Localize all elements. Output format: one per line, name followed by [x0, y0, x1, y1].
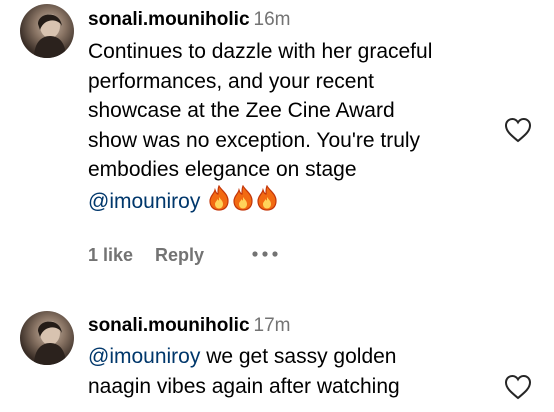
- comment-text-fragment: we get sassy golden: [206, 345, 397, 368]
- comment-line: @imouniroy we get sassy golden: [88, 342, 503, 372]
- fire-icon: [233, 184, 253, 211]
- comment-line: naagin vibes again after watching: [88, 374, 400, 398]
- comment-text: Continues to dazzle with her graceful pe…: [88, 37, 503, 216]
- mention-link[interactable]: @imouniroy: [88, 190, 200, 213]
- comment-line: show was no exception. You're truly: [88, 128, 421, 152]
- username-link[interactable]: sonali.mouniholic: [88, 315, 250, 336]
- more-options-icon[interactable]: [250, 249, 280, 259]
- comment-line: Continues to dazzle with her graceful: [88, 40, 433, 63]
- likes-count[interactable]: 1 like: [88, 245, 133, 265]
- comment-line: showcase at the Zee Cine Award: [88, 99, 395, 122]
- reply-button[interactable]: Reply: [155, 245, 204, 265]
- like-heart-icon[interactable]: [504, 374, 532, 400]
- timestamp: 17m: [253, 315, 291, 336]
- timestamp: 16m: [253, 9, 291, 30]
- fire-icon: [257, 184, 277, 211]
- comment-line-mention: @imouniroy: [88, 184, 503, 217]
- username-link[interactable]: sonali.mouniholic: [88, 9, 250, 30]
- fire-icon: [209, 184, 229, 211]
- comment-text: @imouniroy we get sassy golden naagin vi…: [88, 342, 503, 401]
- avatar[interactable]: [20, 4, 74, 58]
- like-heart-icon[interactable]: [504, 117, 532, 143]
- comment-header: sonali.mouniholic 17m: [88, 313, 290, 339]
- mention-link[interactable]: @imouniroy: [88, 345, 200, 368]
- comment-header: sonali.mouniholic 16m: [88, 7, 290, 33]
- comment-line: embodies elegance on stage: [88, 158, 357, 181]
- comment-actions: 1 like Reply: [88, 243, 204, 267]
- comment-line: performances, and your recent: [88, 69, 374, 93]
- fire-emoji-group: [206, 184, 278, 213]
- avatar[interactable]: [20, 311, 74, 365]
